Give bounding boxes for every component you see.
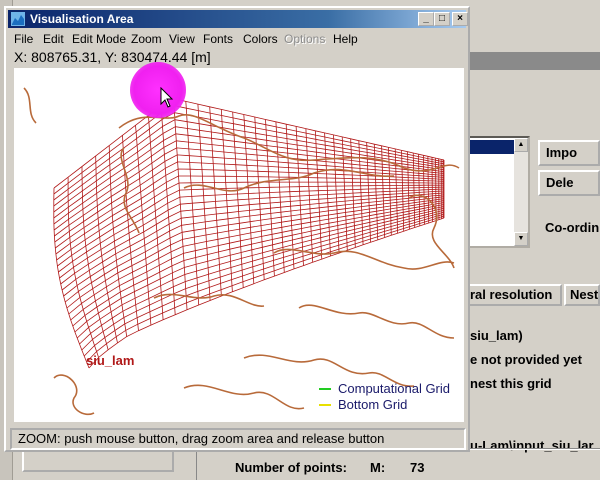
close-button[interactable]: × bbox=[452, 12, 468, 26]
coastline bbox=[53, 374, 95, 416]
grid-map-svg bbox=[23, 87, 460, 416]
input-path-text: u-Lam\input_siu_lar bbox=[470, 438, 594, 453]
menu-edit-mode[interactable]: Edit Mode bbox=[72, 32, 126, 46]
coastline bbox=[153, 293, 265, 307]
status-bar: ZOOM: push mouse button, drag zoom area … bbox=[10, 428, 466, 450]
chart-app-icon bbox=[11, 12, 25, 26]
grid-line bbox=[68, 200, 445, 315]
bg-divider bbox=[196, 450, 209, 480]
legend-bottom-grid: Bottom Grid bbox=[338, 397, 408, 412]
grid-line bbox=[53, 112, 445, 201]
menu-bar: File Edit Edit Mode Zoom View Fonts Colo… bbox=[8, 30, 466, 48]
import-button[interactable]: Impo bbox=[538, 140, 600, 166]
scroll-down-icon[interactable]: ▼ bbox=[514, 232, 528, 246]
maximize-button[interactable]: □ bbox=[434, 12, 450, 26]
grid-line bbox=[60, 190, 445, 285]
coastline bbox=[408, 194, 455, 269]
mouse-pointer-icon bbox=[160, 87, 174, 108]
cursor-highlight bbox=[130, 62, 186, 118]
grid-name-text: siu_lam) bbox=[470, 328, 523, 343]
grid-list[interactable]: ▲ ▼ bbox=[466, 136, 530, 248]
coastline bbox=[298, 304, 455, 339]
menu-fonts[interactable]: Fonts bbox=[203, 32, 233, 46]
menu-help[interactable]: Help bbox=[333, 32, 358, 46]
delete-button[interactable]: Dele bbox=[538, 170, 600, 196]
grid-line bbox=[108, 145, 128, 337]
nest-grid-text: nest this grid bbox=[470, 376, 552, 391]
scroll-up-icon[interactable]: ▲ bbox=[514, 138, 528, 152]
cursor-coordinates: X: 808765.31, Y: 830474.44 [m] bbox=[14, 49, 211, 65]
bg-window-titlebar bbox=[466, 52, 600, 70]
coordinate-label: Co-ordin bbox=[545, 220, 600, 235]
points-m-label: M: bbox=[370, 460, 386, 475]
window-title: Visualisation Area bbox=[30, 12, 134, 26]
points-m-value: 73 bbox=[410, 460, 425, 475]
coastline bbox=[183, 384, 305, 410]
legend-computational-grid: Computational Grid bbox=[338, 381, 450, 396]
tab-spectral-resolution[interactable]: ral resolution bbox=[464, 284, 562, 306]
grid-line bbox=[122, 135, 139, 331]
map-canvas[interactable]: siu_lam Computational Grid Bottom Grid bbox=[14, 68, 464, 422]
menu-options: Options bbox=[284, 32, 326, 46]
menu-zoom[interactable]: Zoom bbox=[131, 32, 162, 46]
computational-grid-swatch bbox=[319, 388, 331, 390]
visualisation-window: Visualisation Area _ □ × File Edit Edit … bbox=[4, 6, 470, 452]
region-label: siu_lam bbox=[86, 353, 135, 368]
menu-edit[interactable]: Edit bbox=[43, 32, 64, 46]
menu-view[interactable]: View bbox=[169, 32, 195, 46]
number-of-points-label: Number of points: bbox=[235, 460, 347, 475]
menu-colors[interactable]: Colors bbox=[243, 32, 278, 46]
coastline bbox=[23, 87, 37, 124]
grid-line bbox=[53, 119, 445, 207]
minimize-button[interactable]: _ bbox=[418, 12, 434, 26]
grid-line bbox=[53, 105, 445, 195]
window-titlebar[interactable]: Visualisation Area _ □ × bbox=[8, 10, 468, 28]
menu-file[interactable]: File bbox=[14, 32, 33, 46]
tab-nest[interactable]: Nest bbox=[564, 284, 600, 306]
grid-list-scrollbar[interactable]: ▲ ▼ bbox=[514, 138, 528, 246]
not-provided-text: e not provided yet bbox=[470, 352, 582, 367]
bottom-grid-swatch bbox=[319, 404, 331, 406]
